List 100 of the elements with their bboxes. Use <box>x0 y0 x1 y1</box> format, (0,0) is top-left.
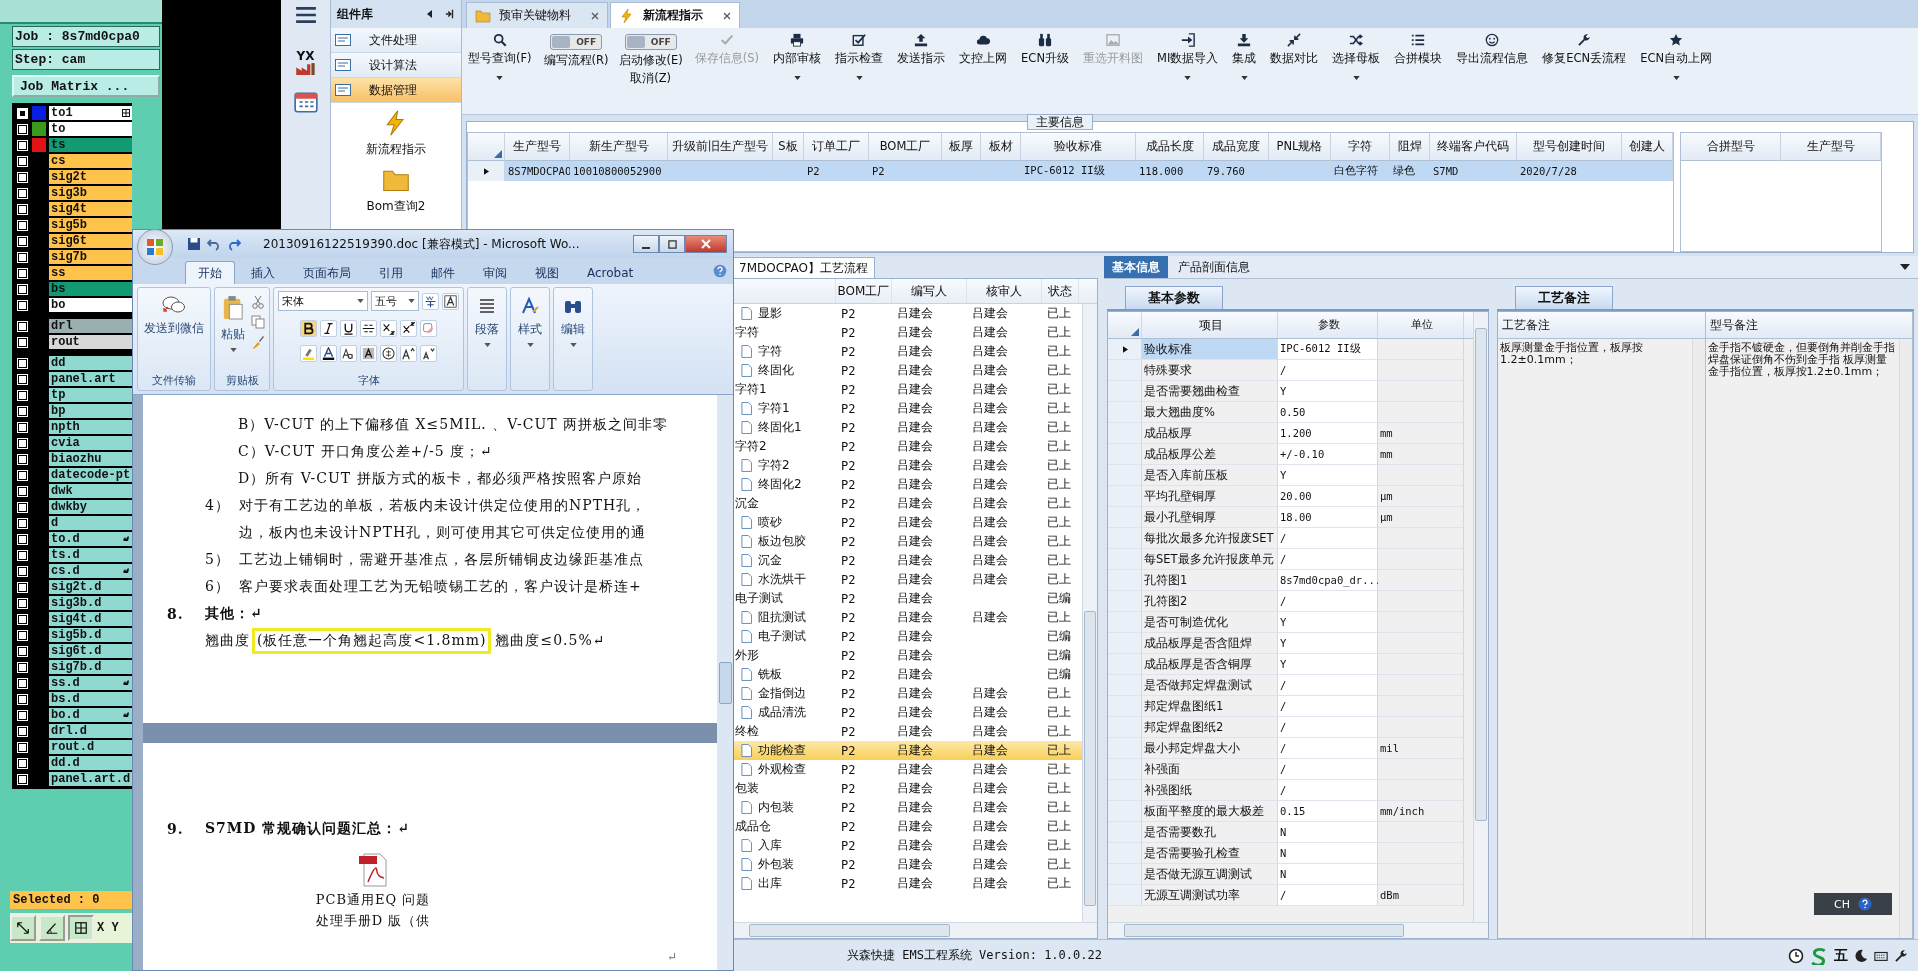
layer-name[interactable]: bo.d <box>49 708 132 722</box>
column-header[interactable]: BOM工厂 <box>869 133 942 161</box>
font-size-dropdown[interactable]: 五号 <box>371 291 419 311</box>
layer-checkbox[interactable] <box>17 421 28 433</box>
horizontal-scrollbar[interactable] <box>733 922 1097 938</box>
layer-name[interactable]: dwkby <box>49 500 132 514</box>
panel-tab[interactable]: 基本参数 <box>1125 286 1223 309</box>
panel-tab[interactable]: 基本信息 <box>1104 256 1168 278</box>
layer-name[interactable]: cvia <box>49 436 132 450</box>
layer-name[interactable]: tp <box>49 388 132 402</box>
close-icon[interactable] <box>591 11 599 20</box>
layer-name[interactable]: sig2t.d <box>49 580 132 594</box>
row-header[interactable] <box>1108 339 1142 360</box>
office-button[interactable] <box>137 229 173 265</box>
tree-row[interactable]: 功能检查 P2 吕建会 吕建会 已上 <box>733 741 1082 760</box>
column-header[interactable]: 终端客户代码 <box>1430 133 1517 161</box>
library-item[interactable]: 文件处理 <box>331 28 461 53</box>
underline-icon[interactable] <box>340 319 357 337</box>
layer-checkbox[interactable] <box>17 139 28 151</box>
ribbon-tab[interactable]: 页面布局 <box>291 262 363 284</box>
layer-name[interactable]: datecode-pt <box>49 468 132 482</box>
toolbar-button[interactable]: 型号查询(F) <box>466 30 534 83</box>
ribbon-tab[interactable]: 视图 <box>523 262 571 284</box>
horizontal-scrollbar[interactable] <box>1108 922 1488 938</box>
job-matrix-button[interactable]: Job Matrix ... <box>12 75 160 97</box>
send-to-wechat-button[interactable]: 发送到微信 <box>142 291 206 340</box>
layer-name[interactable]: biaozhu <box>49 452 132 466</box>
character-shading-icon[interactable] <box>360 345 377 363</box>
menu-icon[interactable] <box>294 6 317 24</box>
layer-checkbox[interactable] <box>17 709 28 721</box>
grow-font-icon[interactable] <box>400 345 417 363</box>
layer-name[interactable]: sig4t <box>49 202 132 216</box>
clock-icon[interactable] <box>1788 947 1804 964</box>
highlight-icon[interactable] <box>300 345 317 363</box>
redo-icon[interactable] <box>227 237 241 251</box>
layer-name[interactable]: sig7b <box>49 250 132 264</box>
ribbon-tab[interactable]: 引用 <box>367 262 415 284</box>
layer-name[interactable]: rout <box>49 335 132 349</box>
toolbar-button[interactable]: ECN自动上网 <box>1638 30 1715 83</box>
layer-name[interactable]: sig3b <box>49 186 132 200</box>
layer-checkbox[interactable] <box>17 320 28 332</box>
column-header[interactable]: 成品长度 <box>1136 133 1204 161</box>
styles-button[interactable]: 样式 <box>510 287 550 391</box>
column-header[interactable]: 新生产型号 <box>570 133 668 161</box>
toolbar-button[interactable]: MI数据导入 <box>1155 30 1221 83</box>
moon-icon[interactable] <box>1854 948 1868 963</box>
grid-button[interactable] <box>68 915 94 941</box>
layer-checkbox[interactable] <box>17 773 28 785</box>
character-border-icon[interactable] <box>442 292 459 310</box>
layer-name[interactable]: sig5b <box>49 218 132 232</box>
layer-checkbox[interactable] <box>17 453 28 465</box>
help-icon[interactable] <box>1857 897 1872 911</box>
layer-checkbox[interactable] <box>17 725 28 737</box>
column-header[interactable]: 单位 <box>1378 312 1464 338</box>
column-header[interactable]: 编写人 <box>892 279 967 303</box>
brush-icon[interactable] <box>251 335 265 349</box>
layer-checkbox[interactable] <box>17 629 28 641</box>
panel-tab[interactable]: 产品剖面信息 <box>1170 256 1258 278</box>
row-header[interactable] <box>468 161 505 181</box>
ribbon-tab[interactable]: 审阅 <box>471 262 519 284</box>
vertical-scrollbar[interactable] <box>1082 304 1097 922</box>
strikethrough-icon[interactable] <box>360 319 377 337</box>
bold-icon[interactable] <box>300 319 317 337</box>
collapse-left-icon[interactable] <box>425 9 435 19</box>
toolbar-button[interactable]: 文控上网 <box>957 30 1010 69</box>
layer-checkbox[interactable] <box>17 299 28 311</box>
layer-name[interactable]: sig4t.d <box>49 612 132 626</box>
column-header[interactable]: PNL规格 <box>1269 133 1331 161</box>
layer-checkbox[interactable] <box>17 613 28 625</box>
paragraph-button[interactable]: 段落 <box>467 287 507 391</box>
toolbar-button[interactable]: 内部审核 <box>771 30 824 83</box>
layer-name[interactable]: panel.art <box>49 372 132 386</box>
subscript-icon[interactable] <box>380 319 397 337</box>
layer-checkbox[interactable] <box>17 357 28 369</box>
column-header[interactable]: 型号创建时间 <box>1517 133 1622 161</box>
phonetic-guide-icon[interactable] <box>422 292 439 310</box>
layer-checkbox[interactable] <box>17 661 28 673</box>
toolbar-button[interactable]: 集成 <box>1230 30 1259 83</box>
vertical-scrollbar[interactable] <box>717 395 733 970</box>
layer-name[interactable]: dd <box>49 356 132 370</box>
vertical-scrollbar[interactable] <box>1691 339 1705 938</box>
layer-name[interactable]: rout.d <box>49 740 132 754</box>
column-header[interactable]: 字符 <box>1331 133 1390 161</box>
layer-checkbox[interactable] <box>17 677 28 689</box>
layer-name[interactable]: bs <box>49 282 132 296</box>
ribbon-tab[interactable]: 开始 <box>185 261 235 284</box>
document-tab[interactable]: 新流程指示 <box>610 2 740 28</box>
column-header[interactable]: 工艺备注 <box>1498 312 1706 338</box>
save-icon[interactable] <box>187 237 201 251</box>
column-header[interactable]: 阻焊 <box>1390 133 1430 161</box>
layer-checkbox[interactable] <box>17 597 28 609</box>
ime-logo-icon[interactable] <box>1810 946 1828 965</box>
layer-name[interactable]: bs.d <box>49 692 132 706</box>
minimize-button[interactable] <box>633 235 659 253</box>
editing-button[interactable]: 编辑 <box>553 287 593 391</box>
column-header[interactable]: 板材 <box>981 133 1021 161</box>
panel-tab[interactable]: 7MDOCPAO】工艺流程 <box>732 257 875 278</box>
paste-button[interactable]: 粘贴 <box>219 291 247 356</box>
measure-angle-button[interactable] <box>39 915 65 941</box>
column-header[interactable]: 成品宽度 <box>1204 133 1269 161</box>
